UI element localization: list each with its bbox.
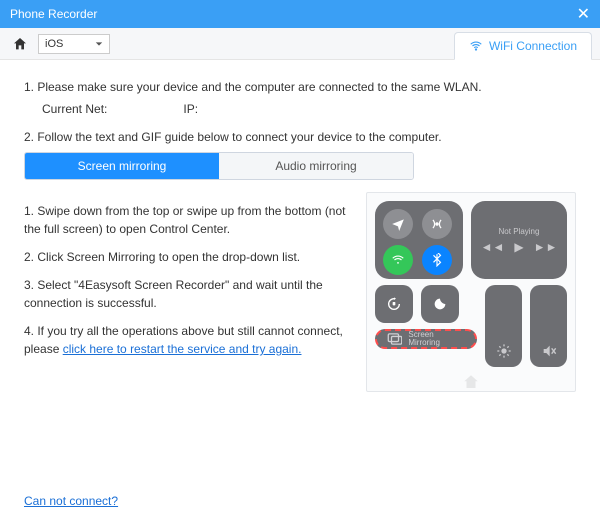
chevron-down-icon [95,40,103,48]
close-button[interactable]: ✕ [558,4,590,24]
now-playing-label: Not Playing [499,227,540,236]
do-not-disturb-icon [421,285,459,323]
bluetooth-icon [422,245,452,275]
cannot-connect-link[interactable]: Can not connect? [24,494,118,508]
prev-track-icon: ◄◄ [481,240,505,254]
screen-mirroring-icon [387,332,402,346]
os-select[interactable]: iOS [38,34,110,54]
wifi-toggle-icon [383,245,413,275]
next-track-icon: ►► [534,240,558,254]
home-button[interactable] [10,34,30,54]
wifi-icon [469,39,483,53]
orientation-lock-icon [375,285,413,323]
tab-screen-mirroring[interactable]: Screen mirroring [25,153,219,179]
airplane-icon [383,209,413,239]
wifi-connection-tab[interactable]: WiFi Connection [454,32,592,60]
current-net-value [115,102,175,116]
home-icon [12,36,28,52]
cc-connectivity-tile [375,201,463,279]
brightness-slider [485,285,522,367]
cc-screen-mirroring-label: Screen Mirroring [408,331,465,347]
cc-home-icon [375,373,567,391]
title-bar: Phone Recorder ✕ [0,0,600,28]
ip-label: IP: [183,102,198,116]
window-title: Phone Recorder [10,7,558,21]
instruction-1: 1. Swipe down from the top or swipe up f… [24,202,350,238]
cellular-icon [422,209,452,239]
mirroring-tabs: Screen mirroring Audio mirroring [24,152,414,180]
instruction-4: 4. If you try all the operations above b… [24,322,350,358]
ip-value [206,102,266,116]
instructions: 1. Swipe down from the top or swipe up f… [24,192,350,368]
main-content: 1. Please make sure your device and the … [0,60,600,400]
step-2-text: 2. Follow the text and GIF guide below t… [24,130,576,144]
cc-music-tile: Not Playing ◄◄ ▶ ►► [471,201,567,279]
volume-mute-icon [541,343,557,359]
wifi-tab-label: WiFi Connection [489,39,577,53]
brightness-icon [496,343,512,359]
cc-screen-mirroring-button: Screen Mirroring [375,329,477,349]
instruction-3: 3. Select "4Easysoft Screen Recorder" an… [24,276,350,312]
play-icon: ▶ [514,240,523,254]
restart-service-link[interactable]: click here to restart the service and tr… [63,342,302,356]
volume-slider [530,285,567,367]
control-center-preview: Not Playing ◄◄ ▶ ►► Scree [366,192,576,392]
os-selected-value: iOS [45,38,63,50]
tab-audio-mirroring[interactable]: Audio mirroring [219,153,413,179]
current-net-label: Current Net: [42,102,107,116]
instruction-2: 2. Click Screen Mirroring to open the dr… [24,248,350,266]
toolbar: iOS WiFi Connection [0,28,600,60]
step-1-text: 1. Please make sure your device and the … [24,80,576,94]
network-info: Current Net: IP: [42,102,576,116]
